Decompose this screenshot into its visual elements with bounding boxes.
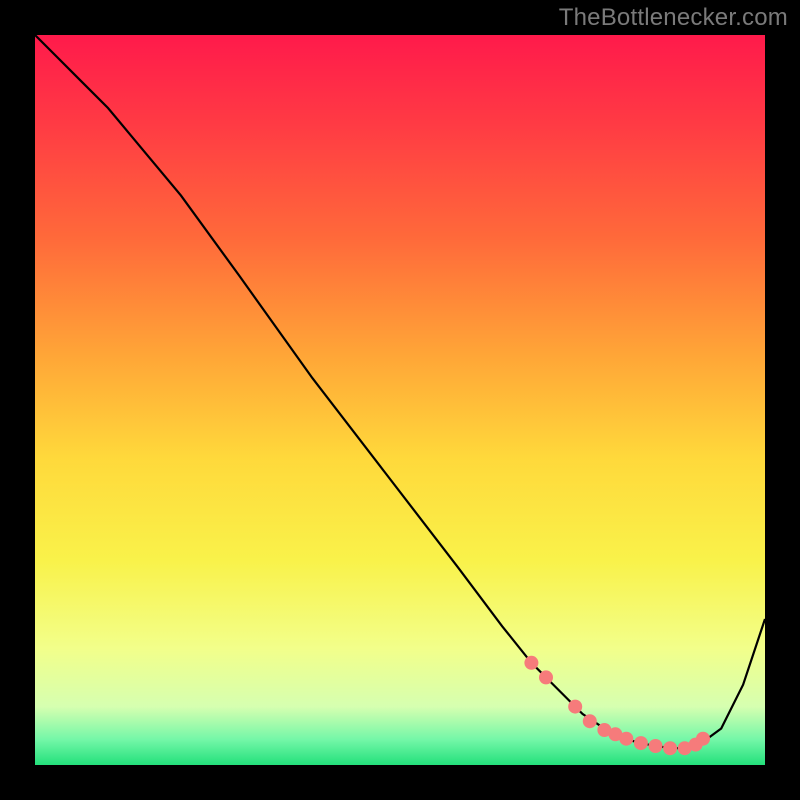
gradient-background: [35, 35, 765, 765]
highlight-point: [583, 714, 597, 728]
plot-area: [35, 35, 765, 765]
highlight-point: [539, 670, 553, 684]
highlight-point: [619, 732, 633, 746]
attribution-text: TheBottlenecker.com: [559, 4, 788, 32]
highlight-point: [634, 736, 648, 750]
chart-stage: TheBottlenecker.com: [0, 0, 800, 800]
chart-svg: [35, 35, 765, 765]
highlight-point: [568, 700, 582, 714]
highlight-point: [663, 741, 677, 755]
highlight-point: [696, 732, 710, 746]
highlight-point: [524, 656, 538, 670]
highlight-point: [649, 739, 663, 753]
